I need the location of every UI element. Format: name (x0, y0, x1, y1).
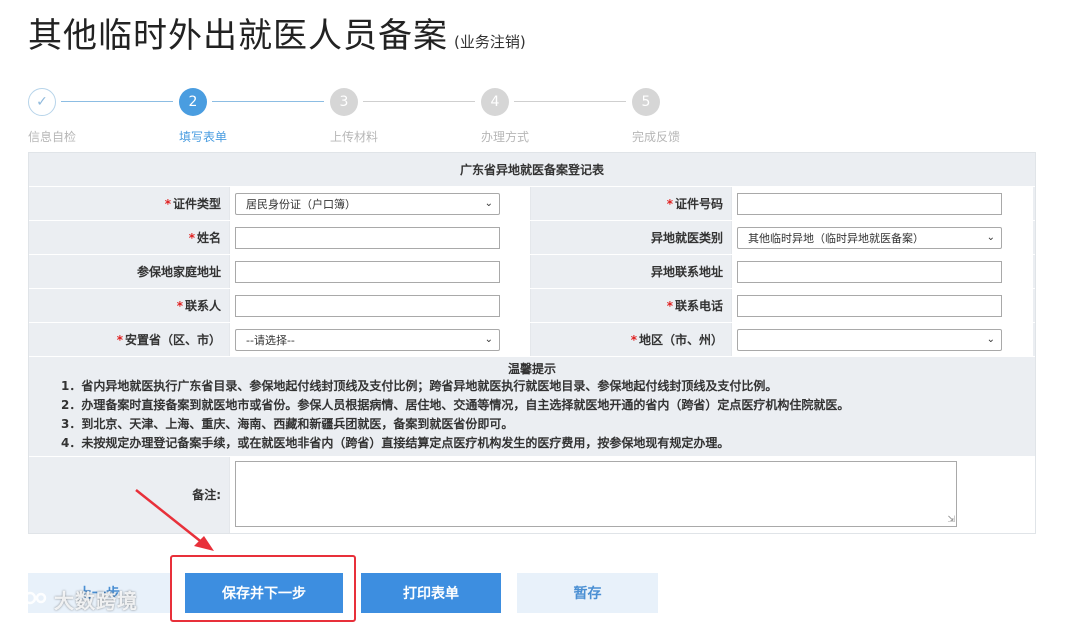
step-3-label: 上传材料 (330, 130, 379, 144)
note-cell: ⇲ (229, 457, 1035, 533)
remote-address-cell (731, 255, 1033, 288)
step-1-check-icon: ✓ (28, 88, 56, 116)
page-subtitle: (业务注销) (454, 33, 526, 51)
step-5-indicator: 5 (632, 88, 660, 116)
home-address-cell (229, 255, 531, 288)
phone-cell (731, 289, 1033, 322)
remote-address-input[interactable] (737, 260, 1002, 283)
remote-address-label: 异地联系地址 (650, 265, 723, 279)
id-type-value: 居民身份证（户口簿） (246, 197, 356, 211)
province-label: * 安置省（区、市） (29, 323, 229, 356)
form-row: * 证件类型 居民身份证（户口簿） ⌄ * 证件号码 (29, 187, 1035, 221)
tip-line: 4．未按规定办理登记备案手续，或在就医地非省内（跨省）直接结算定点医疗机构发生的… (61, 436, 730, 450)
required-mark: * (116, 333, 123, 347)
step-connector (514, 101, 626, 102)
form-row: 参保地家庭地址 异地联系地址 (29, 255, 1035, 289)
note-textarea[interactable]: ⇲ (235, 461, 957, 527)
home-address-label: 参保地家庭地址 (136, 265, 221, 279)
registration-form: 广东省异地就医备案登记表 * 证件类型 居民身份证（户口簿） ⌄ * 证件号码 * 姓名… (28, 152, 1036, 534)
required-mark: * (630, 333, 637, 347)
progress-stepper: ✓ 2 3 4 5 信息自检 填写表单 上传材料 办理方式 完成反馈 (28, 88, 708, 148)
chevron-down-icon: ⌄ (986, 232, 995, 243)
chevron-down-icon: ⌄ (484, 198, 493, 209)
step-4-label: 办理方式 (481, 130, 530, 144)
category-label: 异地就医类别 (650, 231, 723, 245)
watermark: 大数跨境 (8, 585, 138, 614)
id-number-cell (731, 187, 1033, 220)
page-title-text: 其他临时外出就医人员备案 (28, 16, 448, 56)
form-row: * 联系人 * 联系电话 (29, 289, 1035, 323)
required-mark: * (176, 299, 183, 313)
page-title: 其他临时外出就医人员备案 (业务注销) (28, 8, 526, 57)
region-cell: ⌄ (731, 323, 1033, 356)
tip-line: 2．办理备案时直接备案到就医地市或省份。参保人员根据病情、居住地、交通等情况，自… (61, 398, 850, 412)
province-value: --请选择-- (246, 333, 295, 347)
required-mark: * (188, 231, 195, 245)
province-label-text: 安置省（区、市） (124, 333, 221, 347)
contact-label: * 联系人 (29, 289, 229, 322)
category-cell: 其他临时异地（临时异地就医备案） ⌄ (731, 221, 1033, 254)
id-number-label: * 证件号码 (531, 187, 731, 220)
annotation-highlight-box (170, 555, 356, 622)
required-mark: * (666, 299, 673, 313)
province-cell: --请选择-- ⌄ (229, 323, 531, 356)
step-connector (212, 101, 324, 102)
region-label-text: 地区（市、州） (638, 333, 723, 347)
required-mark: * (666, 197, 673, 211)
name-label-text: 姓名 (196, 231, 221, 245)
step-4-indicator: 4 (481, 88, 509, 116)
chevron-down-icon: ⌄ (986, 334, 995, 345)
form-title: 广东省异地就医备案登记表 (29, 153, 1035, 187)
region-label: * 地区（市、州） (531, 323, 731, 356)
id-number-label-text: 证件号码 (674, 197, 723, 211)
watermark-logo-icon (8, 591, 47, 608)
phone-input[interactable] (737, 294, 1002, 317)
province-select[interactable]: --请选择-- ⌄ (235, 328, 500, 351)
step-2-indicator: 2 (179, 88, 207, 116)
name-cell (229, 221, 531, 254)
id-type-label-text: 证件类型 (172, 197, 221, 211)
contact-label-text: 联系人 (184, 299, 221, 313)
name-input[interactable] (235, 226, 500, 249)
phone-label: * 联系电话 (531, 289, 731, 322)
form-row: * 安置省（区、市） --请选择-- ⌄ * 地区（市、州） ⌄ (29, 323, 1035, 357)
tip-line: 3．到北京、天津、上海、重庆、海南、西藏和新疆兵团就医，备案到就医省份即可。 (61, 417, 514, 431)
step-2-label: 填写表单 (179, 130, 228, 144)
step-connector (363, 101, 475, 102)
contact-input[interactable] (235, 294, 500, 317)
required-mark: * (164, 197, 171, 211)
tips-title: 温馨提示 (507, 362, 556, 376)
tip-line: 1．省内异地就医执行广东省目录、参保地起付线封顶线及支付比例；跨省异地就医执行就… (61, 379, 778, 393)
temp-save-button[interactable]: 暂存 (517, 573, 658, 613)
name-label: * 姓名 (29, 221, 229, 254)
step-connector (61, 101, 173, 102)
step-1-label: 信息自检 (28, 130, 77, 144)
category-value: 其他临时异地（临时异地就医备案） (748, 231, 924, 245)
step-5-label: 完成反馈 (632, 130, 681, 144)
annotation-arrow-icon (135, 489, 214, 551)
form-row: * 姓名 异地就医类别 其他临时异地（临时异地就医备案） ⌄ (29, 221, 1035, 255)
contact-cell (229, 289, 531, 322)
print-form-button[interactable]: 打印表单 (361, 573, 501, 613)
region-select[interactable]: ⌄ (737, 328, 1002, 351)
id-type-label: * 证件类型 (29, 187, 229, 220)
chevron-down-icon: ⌄ (484, 334, 493, 345)
home-address-input[interactable] (235, 260, 500, 283)
tips-section: 温馨提示 1．省内异地就医执行广东省目录、参保地起付线封顶线及支付比例；跨省异地… (29, 357, 1035, 457)
id-number-input[interactable] (737, 192, 1002, 215)
resize-handle-icon[interactable]: ⇲ (947, 516, 955, 525)
category-select[interactable]: 其他临时异地（临时异地就医备案） ⌄ (737, 226, 1002, 249)
watermark-text: 大数跨境 (54, 589, 138, 613)
id-type-cell: 居民身份证（户口簿） ⌄ (229, 187, 531, 220)
phone-label-text: 联系电话 (674, 299, 723, 313)
step-3-indicator: 3 (330, 88, 358, 116)
id-type-select[interactable]: 居民身份证（户口簿） ⌄ (235, 192, 500, 215)
